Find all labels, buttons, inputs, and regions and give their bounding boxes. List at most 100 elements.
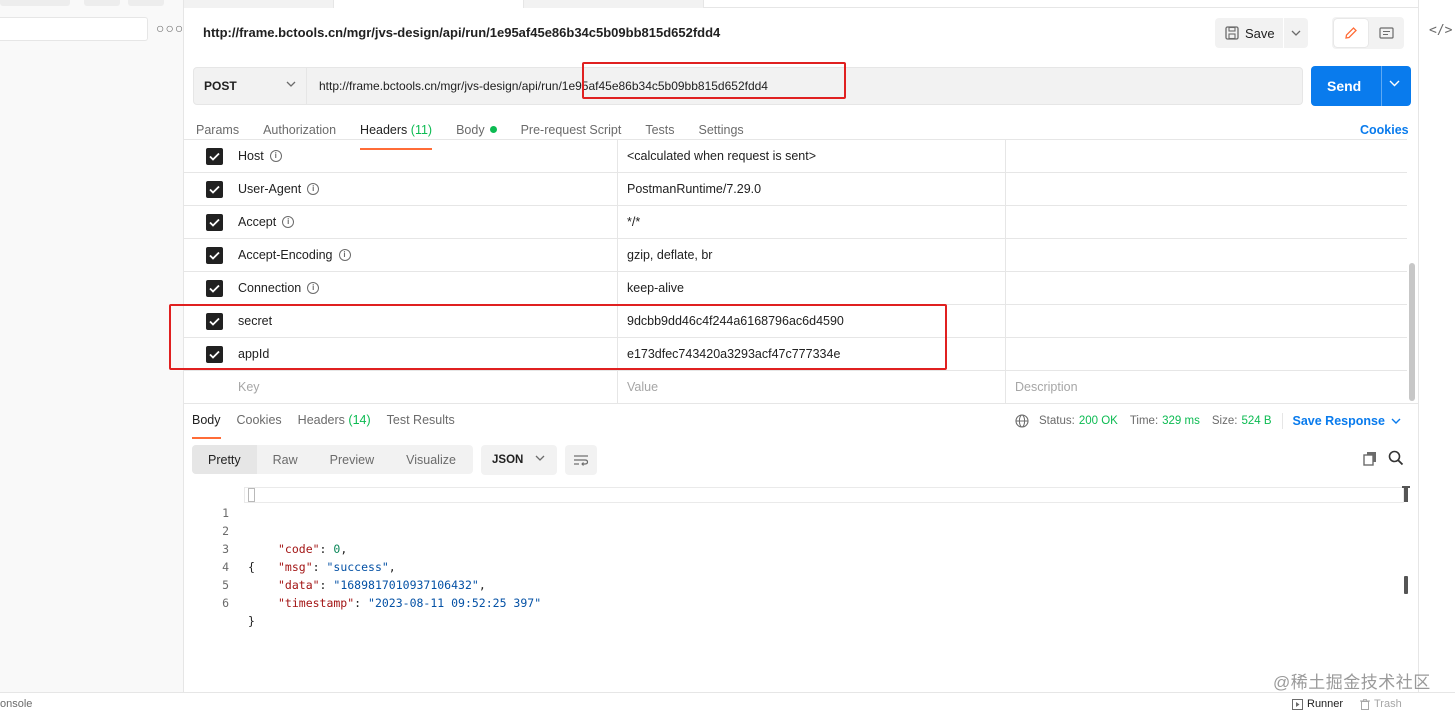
header-key[interactable]: Accept-Encoding i xyxy=(238,248,351,262)
save-button[interactable]: Save xyxy=(1215,18,1283,48)
save-response-button[interactable]: Save Response xyxy=(1293,414,1401,428)
header-checkbox[interactable] xyxy=(206,148,223,165)
sidebar: ○○○ xyxy=(0,0,184,692)
cookies-link[interactable]: Cookies xyxy=(1360,123,1409,137)
view-tab-visualize[interactable]: Visualize xyxy=(390,445,472,474)
response-format-select[interactable]: JSON xyxy=(481,445,557,475)
tab-body-label: Body xyxy=(456,123,485,137)
runner-button[interactable]: Runner xyxy=(1292,698,1343,710)
line-number: 6 xyxy=(222,596,229,610)
edit-mode-button[interactable] xyxy=(1334,19,1368,47)
comment-icon xyxy=(1378,26,1394,39)
code-line: 4 "data": "1689817010937106432", xyxy=(192,540,1402,592)
current-line-highlight xyxy=(244,487,1404,503)
chevron-down-icon xyxy=(286,81,296,87)
header-value[interactable]: <calculated when request is sent> xyxy=(627,149,816,163)
headers-highlight-box xyxy=(169,304,947,370)
request-tab[interactable] xyxy=(184,0,334,8)
pencil-icon xyxy=(1345,27,1357,39)
status-label: Status: xyxy=(1039,415,1075,427)
size-value[interactable]: 524 B xyxy=(1241,415,1271,427)
header-row-user-agent: User-Agent i PostmanRuntime/7.29.0 xyxy=(184,173,1407,206)
code-line: 2 "code": 0, xyxy=(192,504,1402,556)
response-headers-label: Headers xyxy=(297,413,345,427)
info-icon[interactable]: i xyxy=(307,282,320,294)
request-tab-strip xyxy=(184,0,1418,8)
header-key[interactable]: Connection i xyxy=(238,281,320,295)
editor-mode-toggle xyxy=(1332,17,1404,49)
header-checkbox[interactable] xyxy=(206,181,223,198)
headers-scrollbar-thumb[interactable] xyxy=(1409,263,1415,401)
header-row-accept: Accept i */* xyxy=(184,206,1407,239)
header-key[interactable]: Accept i xyxy=(238,215,295,229)
request-tab[interactable] xyxy=(524,0,704,8)
editor-scrollbar-thumb[interactable] xyxy=(1404,576,1408,594)
header-key-text: Accept xyxy=(238,215,277,229)
response-body-editor[interactable]: 1 { 2 "code": 0, 3 "msg": "success", 4 "… xyxy=(192,486,1410,692)
header-checkbox[interactable] xyxy=(206,214,223,231)
trash-button[interactable]: Trash xyxy=(1360,698,1402,710)
header-value[interactable]: PostmanRuntime/7.29.0 xyxy=(627,182,761,196)
sidebar-tab-segment[interactable] xyxy=(0,0,70,6)
response-tab-test-results[interactable]: Test Results xyxy=(387,413,455,433)
info-icon[interactable]: i xyxy=(269,150,282,162)
view-tab-raw[interactable]: Raw xyxy=(257,445,314,474)
save-label: Save xyxy=(1245,25,1275,41)
sidebar-tab-segment[interactable] xyxy=(84,0,120,6)
response-status-bar: Status: 200 OK Time: 329 ms Size: 524 B … xyxy=(1015,413,1401,429)
header-checkbox[interactable] xyxy=(206,280,223,297)
globe-icon[interactable] xyxy=(1015,414,1029,428)
status-value[interactable]: 200 OK xyxy=(1079,415,1118,427)
wrap-lines-icon xyxy=(574,455,589,466)
code-line: 5 "timestamp": "2023-08-11 09:52:25 397" xyxy=(192,558,1402,610)
code-text: } xyxy=(248,614,255,628)
code-line: 6 } xyxy=(192,576,1402,628)
header-value[interactable]: gzip, deflate, br xyxy=(627,248,712,262)
response-tab-cookies[interactable]: Cookies xyxy=(237,413,282,433)
more-options-icon[interactable]: ○○○ xyxy=(156,20,184,36)
send-label: Send xyxy=(1327,78,1362,94)
method-value: POST xyxy=(204,79,237,93)
response-tab-body[interactable]: Body xyxy=(192,413,221,439)
info-icon[interactable]: i xyxy=(282,216,295,228)
headers-scrollbar[interactable] xyxy=(1407,148,1417,404)
chevron-down-icon[interactable] xyxy=(1389,80,1400,87)
status-separator xyxy=(1281,413,1283,429)
request-tab-active[interactable] xyxy=(334,0,524,8)
method-select[interactable]: POST xyxy=(193,67,307,105)
header-key-text: Host xyxy=(238,149,264,163)
sidebar-filter-input[interactable] xyxy=(0,17,148,41)
response-headers-count: (14) xyxy=(348,413,371,427)
sidebar-tab-segment[interactable] xyxy=(128,0,164,6)
copy-icon[interactable] xyxy=(1362,450,1378,469)
new-header-description-input[interactable]: Description xyxy=(1015,380,1078,394)
new-header-key-input[interactable]: Key xyxy=(238,380,260,394)
view-tab-preview[interactable]: Preview xyxy=(314,445,390,474)
json-value: "2023-08-11 09:52:25 397" xyxy=(368,596,542,610)
response-tab-headers[interactable]: Headers (14) xyxy=(298,413,371,433)
save-dropdown-button[interactable] xyxy=(1284,18,1308,48)
send-button[interactable]: Send xyxy=(1311,66,1411,106)
time-value[interactable]: 329 ms xyxy=(1162,415,1200,427)
header-key[interactable]: Host i xyxy=(238,149,282,163)
view-tab-pretty[interactable]: Pretty xyxy=(192,445,257,474)
new-header-value-input[interactable]: Value xyxy=(627,380,658,394)
header-value[interactable]: keep-alive xyxy=(627,281,684,295)
info-icon[interactable]: i xyxy=(307,183,320,195)
check-icon xyxy=(209,284,220,293)
trash-icon xyxy=(1360,698,1370,710)
header-checkbox[interactable] xyxy=(206,247,223,264)
save-icon xyxy=(1225,26,1239,40)
header-key[interactable]: User-Agent i xyxy=(238,182,320,196)
console-button[interactable]: onsole xyxy=(0,698,32,710)
comments-button[interactable] xyxy=(1370,19,1402,47)
header-key-text: Accept-Encoding xyxy=(238,248,333,262)
search-icon[interactable] xyxy=(1388,450,1404,469)
code-line: 1 { xyxy=(192,486,1404,574)
code-snippet-icon[interactable]: </> xyxy=(1429,23,1452,38)
code-text: "timestamp": "2023-08-11 09:52:25 397" xyxy=(278,596,542,610)
info-icon[interactable]: i xyxy=(338,249,351,261)
header-value[interactable]: */* xyxy=(627,215,640,229)
request-title[interactable]: http://frame.bctools.cn/mgr/jvs-design/a… xyxy=(203,25,720,40)
wrap-lines-button[interactable] xyxy=(565,445,597,475)
